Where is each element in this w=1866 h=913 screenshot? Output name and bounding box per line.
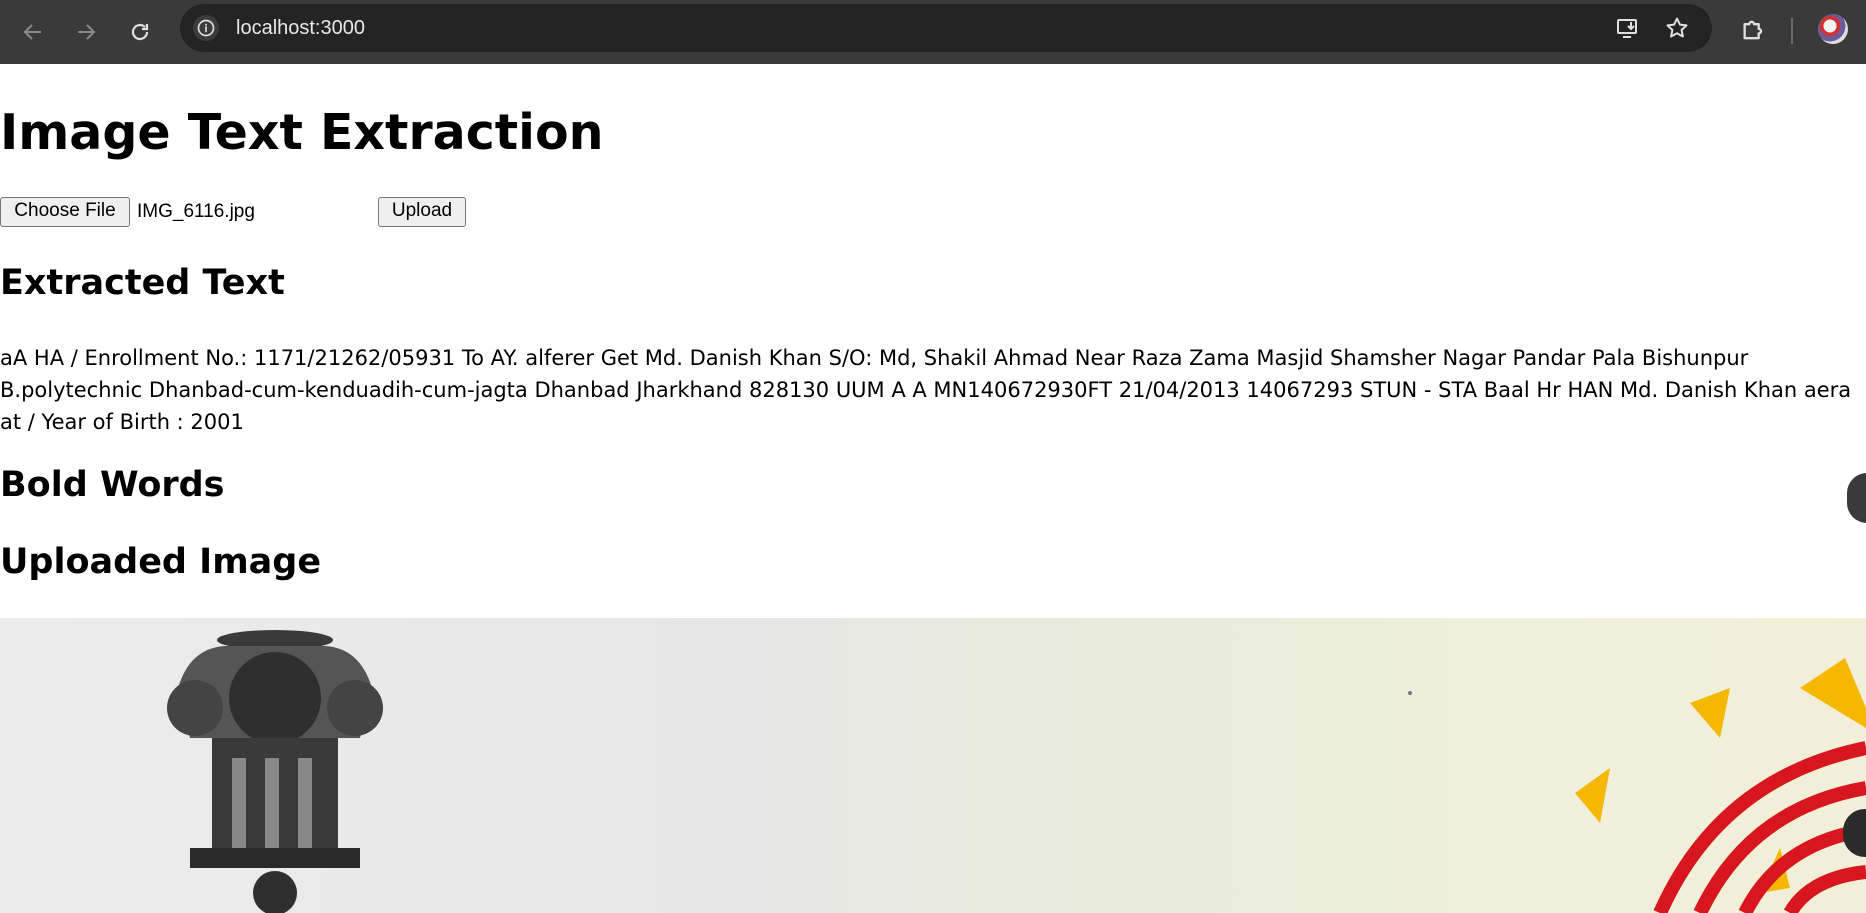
upload-button[interactable]: Upload (378, 197, 466, 227)
emblem-graphic (167, 630, 383, 913)
star-icon[interactable] (1665, 16, 1689, 40)
page-title: Image Text Extraction (0, 104, 604, 161)
extracted-text: aA HA / Enrollment No.: 1171/21262/05931… (0, 346, 1852, 434)
fingerprint-graphic (1653, 741, 1866, 913)
selected-file-name: IMG_6116.jpg (137, 201, 255, 222)
uploaded-image-graphic (167, 630, 1866, 913)
arrow-left-icon (23, 24, 41, 40)
site-info-button[interactable] (193, 15, 219, 41)
url-text[interactable]: localhost:3000 (236, 17, 365, 39)
puzzle-icon[interactable] (1740, 16, 1768, 44)
bold-words-heading: Bold Words (0, 465, 225, 505)
toolbar-divider (1791, 18, 1793, 44)
browser-toolbar: localhost:3000 (0, 0, 1866, 64)
sun-rays-graphic (1575, 658, 1866, 893)
extracted-text-heading: Extracted Text (0, 263, 285, 303)
back-button[interactable] (15, 14, 51, 50)
uploaded-image (0, 618, 1866, 913)
reload-button[interactable] (122, 14, 158, 50)
page-content: Image Text Extraction Choose File IMG_61… (0, 64, 1866, 913)
forward-button[interactable] (68, 14, 104, 50)
side-panel-handle[interactable] (1847, 473, 1866, 523)
arrow-right-icon (78, 24, 96, 40)
uploaded-image-heading: Uploaded Image (0, 542, 322, 582)
image-speck (1408, 691, 1412, 695)
choose-file-button[interactable]: Choose File (0, 197, 130, 227)
info-icon (197, 19, 215, 37)
address-bar[interactable]: localhost:3000 (180, 4, 1712, 52)
install-app-icon[interactable] (1616, 16, 1640, 40)
avatar[interactable] (1818, 14, 1848, 44)
reload-icon (131, 23, 149, 41)
